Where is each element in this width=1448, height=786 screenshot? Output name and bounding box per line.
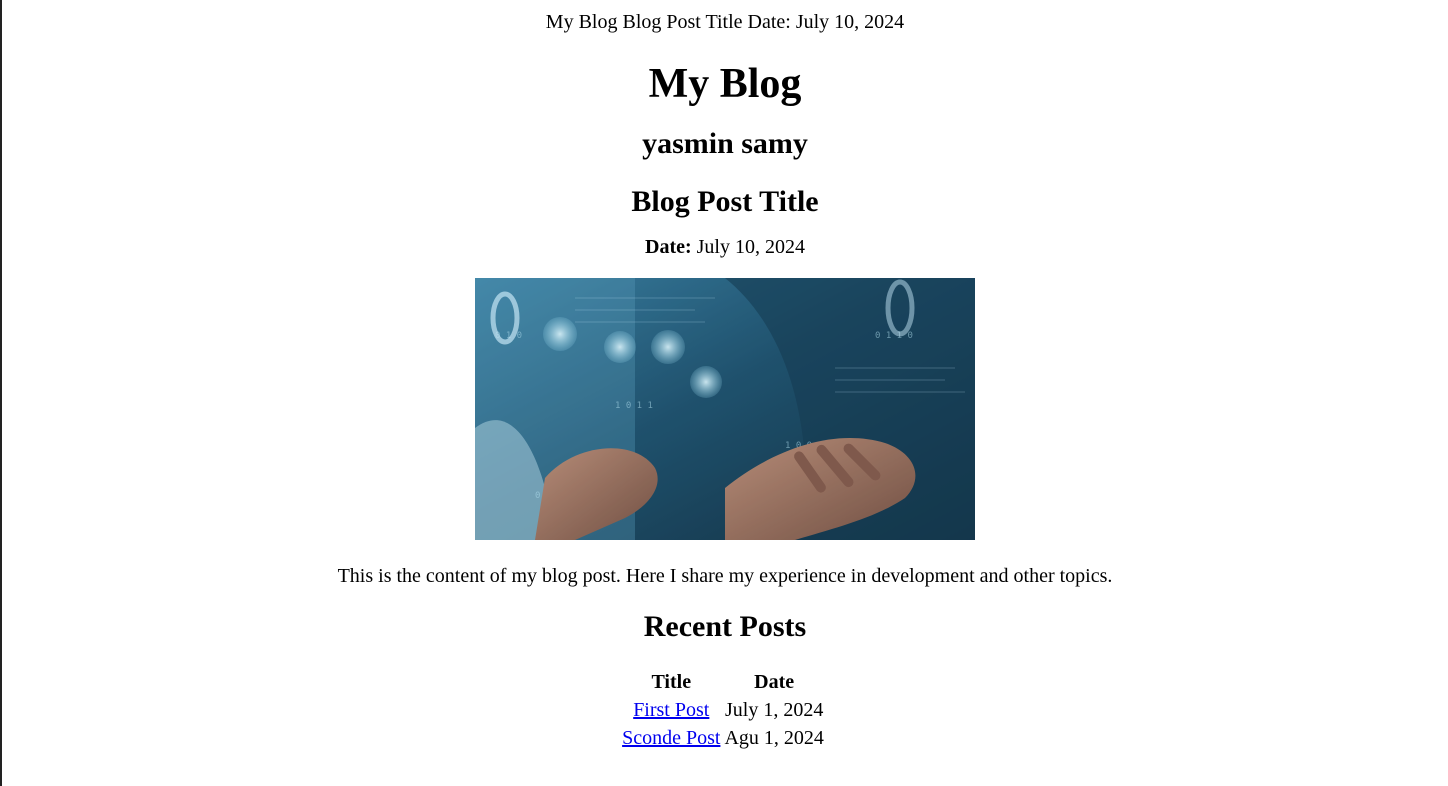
post-date: Date: July 10, 2024: [2, 235, 1448, 259]
table-header-row: Title Date: [621, 669, 825, 695]
author-name: yasmin samy: [642, 127, 808, 160]
document-title-line: My Blog Blog Post Title Date: July 10, 2…: [545, 11, 905, 33]
table-cell-date: Agu 1, 2024: [724, 727, 824, 749]
recent-posts-heading: Recent Posts: [643, 610, 807, 643]
recent-posts-table: Title Date First Post July 1, 2024 Scond…: [619, 667, 827, 753]
blog-title: My Blog: [648, 61, 802, 107]
post-link-first[interactable]: First Post: [633, 699, 709, 721]
table-cell-title: Sconde Post: [621, 725, 721, 751]
table-cell-title: First Post: [621, 697, 721, 723]
table-cell-date: July 1, 2024: [724, 699, 824, 721]
post-link-second[interactable]: Sconde Post: [622, 727, 720, 749]
blog-page: My Blog Blog Post Title Date: July 10, 2…: [2, 0, 1448, 753]
column-header-date: Date: [754, 671, 795, 693]
table-row: First Post July 1, 2024: [621, 697, 825, 723]
table-row: Sconde Post Agu 1, 2024: [621, 725, 825, 751]
post-hero-image: 0 1 0 1 0 1 1 0 1 1 0 1 0 0 1 0 1: [475, 278, 975, 540]
post-date-label: Date:: [645, 236, 692, 258]
post-date-value: July 10, 2024: [691, 236, 805, 258]
column-header-title: Title: [651, 671, 692, 693]
post-content: This is the content of my blog post. Her…: [337, 565, 1113, 587]
post-title: Blog Post Title: [631, 185, 819, 218]
